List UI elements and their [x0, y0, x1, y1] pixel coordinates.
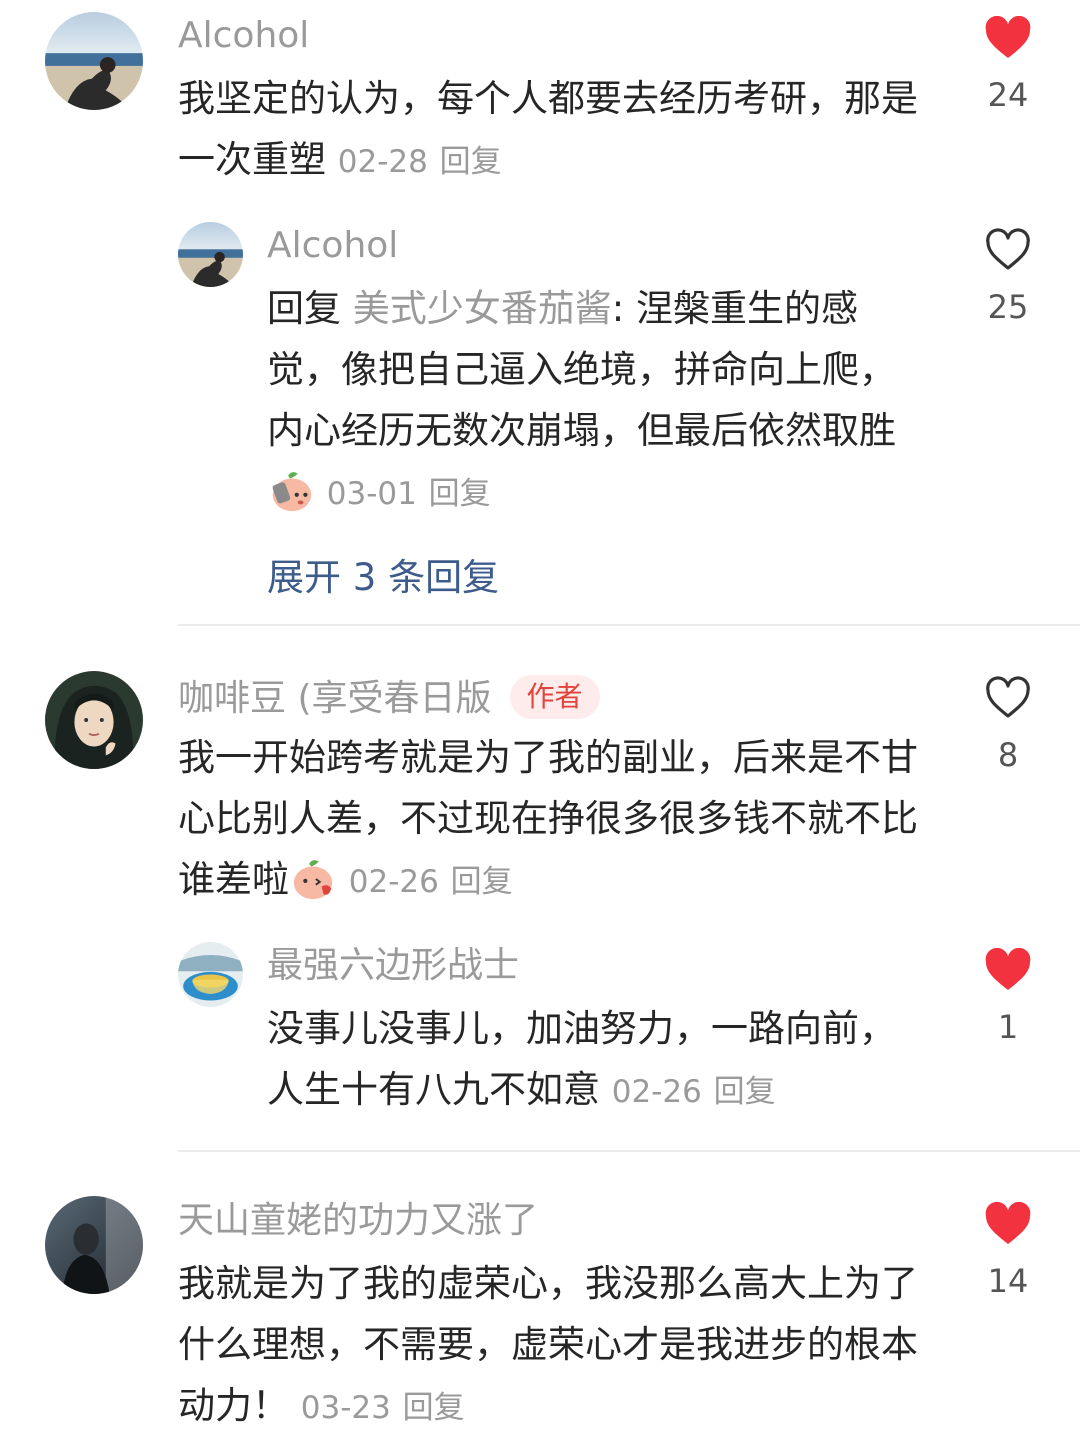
- reply-button[interactable]: 回复: [451, 864, 513, 900]
- username[interactable]: Alcohol: [267, 228, 398, 264]
- reply-button[interactable]: 回复: [403, 1390, 465, 1426]
- like-count: 25: [987, 288, 1029, 326]
- reply-button[interactable]: 回复: [714, 1074, 776, 1110]
- heart-outline-icon: [986, 676, 1030, 718]
- reply-text: 回复 美式少女番茄酱: 涅槃重生的感觉，像把自己逼入绝境，拼命向上爬，内心经历无…: [267, 278, 917, 525]
- username[interactable]: 咖啡豆 (享受春日版: [178, 678, 492, 719]
- heart-filled-icon: [985, 948, 1031, 990]
- reply-date: 03-01: [326, 476, 417, 512]
- username-row: 咖啡豆 (享受春日版 作者: [178, 675, 600, 719]
- divider: [178, 1150, 1080, 1152]
- comment-text: 我就是为了我的虚荣心，我没那么高大上为了什么理想，不需要，虚荣心才是我进步的根本…: [178, 1253, 948, 1439]
- like-button[interactable]: 8: [968, 676, 1048, 774]
- girl-portrait-avatar: [45, 671, 143, 769]
- avatar[interactable]: [178, 222, 243, 287]
- comment-body: 我坚定的认为，每个人都要去经历考研，那是一次重塑: [178, 77, 918, 181]
- comment-text: 我一开始跨考就是为了我的副业，后来是不甘心比别人差，不过现在挣很多很多钱不就不比…: [178, 727, 948, 913]
- reply-text: 没事儿没事儿，加油努力，一路向前，人生十有八九不如意 02-26 回复: [267, 998, 917, 1123]
- heart-filled-icon: [985, 1202, 1031, 1244]
- beach-person-avatar: [178, 222, 243, 287]
- heart-outline-icon: [986, 228, 1030, 270]
- like-count: 8: [997, 736, 1019, 774]
- reply-prefix: 回复: [267, 287, 353, 330]
- reply-date: 02-26: [611, 1074, 702, 1110]
- author-badge: 作者: [509, 675, 600, 719]
- like-button[interactable]: 1: [968, 948, 1048, 1046]
- tea-cup-avatar: [178, 942, 243, 1007]
- username[interactable]: 天山童姥的功力又涨了: [178, 1203, 538, 1239]
- like-count: 24: [987, 76, 1029, 114]
- like-button[interactable]: 25: [968, 228, 1048, 326]
- like-count: 14: [987, 1262, 1029, 1300]
- beach-person-avatar: [45, 12, 143, 110]
- expand-replies-link[interactable]: 展开 3 条回复: [267, 547, 499, 601]
- phone-peach-emoji: [267, 466, 315, 514]
- reply-target-user[interactable]: 美式少女番茄酱: [353, 287, 612, 330]
- username[interactable]: 最强六边形战士: [267, 948, 519, 984]
- dark-portrait-avatar: [45, 1196, 143, 1294]
- comment-body: 我就是为了我的虚荣心，我没那么高大上为了什么理想，不需要，虚荣心才是我进步的根本…: [178, 1262, 918, 1427]
- comment-date: 02-26: [348, 864, 439, 900]
- comment-date: 03-23: [300, 1390, 391, 1426]
- avatar[interactable]: [45, 1196, 143, 1294]
- avatar[interactable]: [178, 942, 243, 1007]
- like-button[interactable]: 24: [968, 16, 1048, 114]
- reply-button[interactable]: 回复: [440, 144, 502, 180]
- kiss-peach-emoji: [289, 854, 337, 902]
- divider: [178, 624, 1080, 626]
- like-count: 1: [997, 1008, 1019, 1046]
- avatar[interactable]: [45, 671, 143, 769]
- comment-text: 我坚定的认为，每个人都要去经历考研，那是一次重塑 02-28 回复: [178, 68, 948, 193]
- reply-button[interactable]: 回复: [429, 476, 491, 512]
- username[interactable]: Alcohol: [178, 18, 309, 54]
- avatar[interactable]: [45, 12, 143, 110]
- comment-date: 02-28: [337, 144, 428, 180]
- heart-filled-icon: [985, 16, 1031, 58]
- like-button[interactable]: 14: [968, 1202, 1048, 1300]
- reply-body: 没事儿没事儿，加油努力，一路向前，人生十有八九不如意: [267, 1007, 896, 1111]
